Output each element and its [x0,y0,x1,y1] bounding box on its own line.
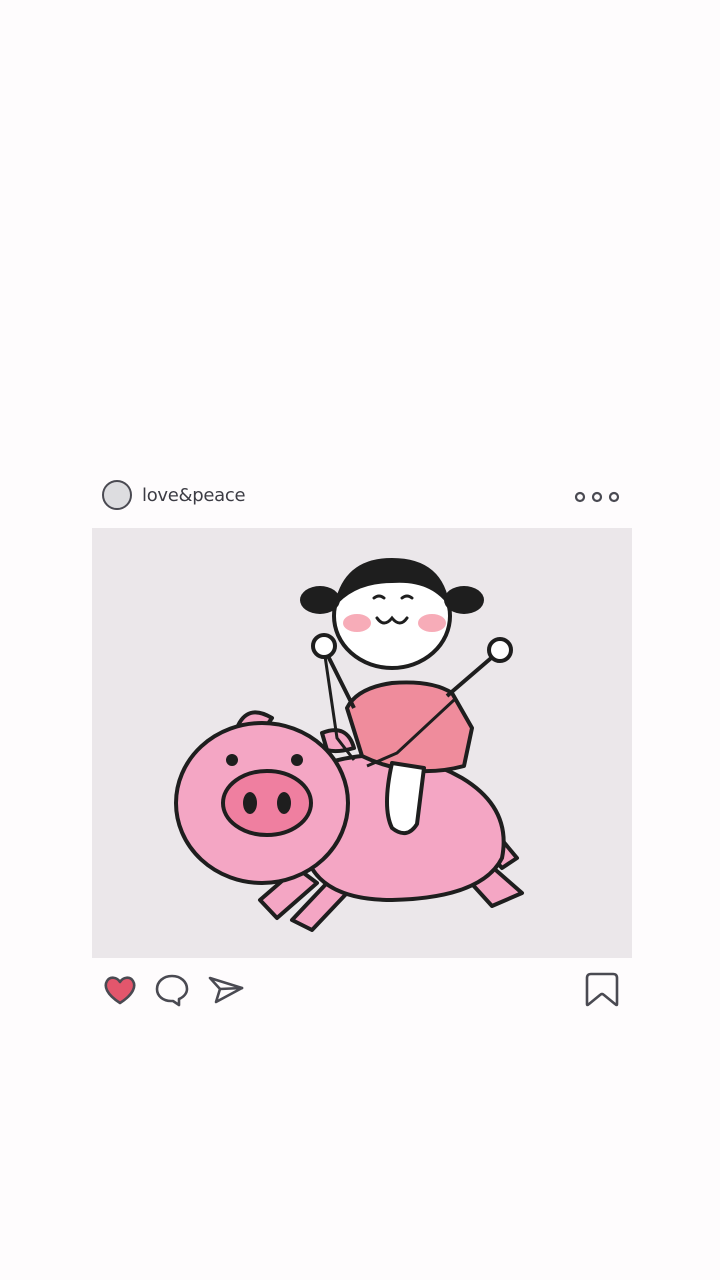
username[interactable]: love&peace [142,485,246,506]
send-icon[interactable] [206,970,246,1010]
comment-icon[interactable] [152,970,192,1010]
post-image[interactable] [92,528,632,958]
avatar[interactable] [102,480,132,510]
girl-riding-pig-illustration [174,558,524,932]
post-header: love&peace [92,476,632,520]
more-dots-icon[interactable] [572,486,622,508]
post-card: love&peace [92,476,632,1007]
heart-icon[interactable] [100,970,140,1010]
post-actions [92,970,632,1010]
bookmark-icon[interactable] [582,970,622,1010]
